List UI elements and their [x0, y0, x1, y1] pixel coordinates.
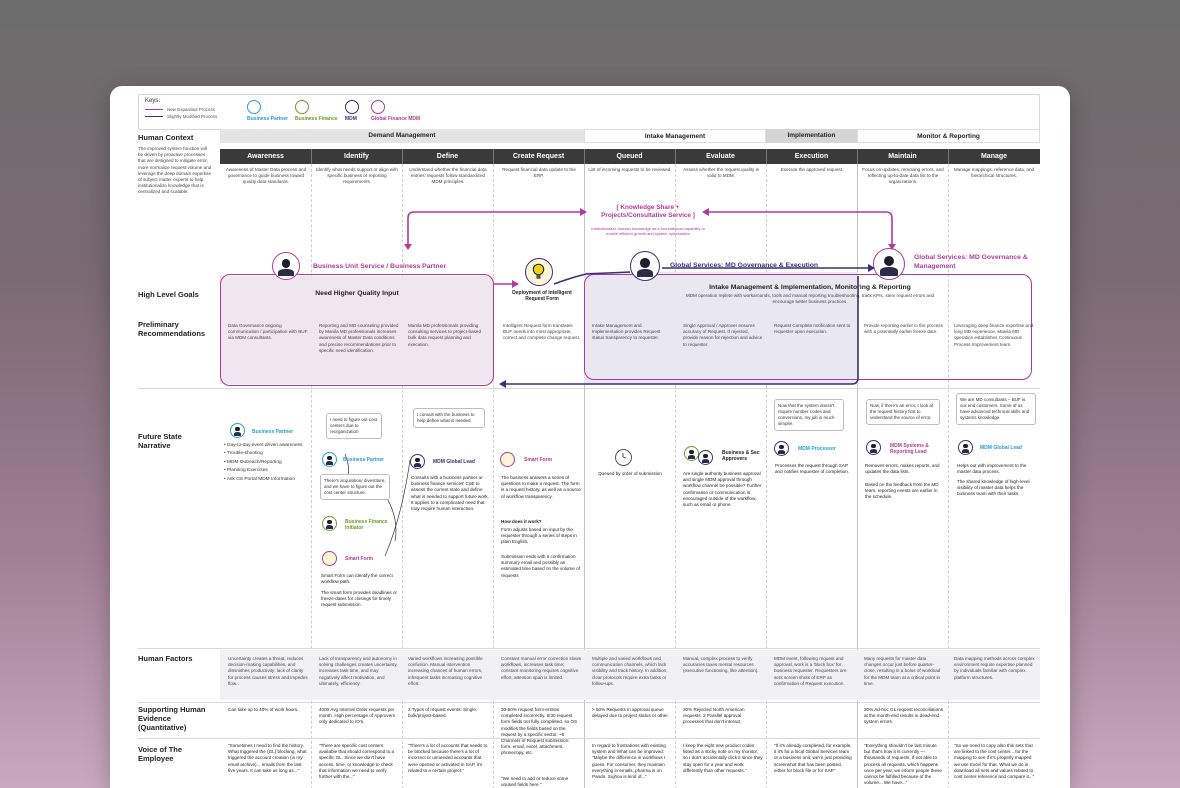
- clock-icon: [615, 449, 632, 466]
- row-separator: [138, 648, 1040, 649]
- narrative-gl2-label: MDM Global Lead: [980, 445, 1022, 451]
- speech-bubble: I need to figure out cost centers due to…: [326, 413, 382, 440]
- voice-1: "Sometimes I need to find the history. W…: [228, 743, 307, 773]
- bullet-item: • MDM Outreach/Reporting: [224, 459, 282, 465]
- narrative-rep-text: Removes errors, makes reports, and updat…: [865, 463, 940, 475]
- narrative-gl-label: MDM Global Lead: [433, 459, 475, 465]
- bullet-item: • Trouble-shooting: [224, 451, 263, 457]
- lightbulb-icon: [500, 452, 515, 467]
- voice-4: "We need to add or reduce some unused fi…: [501, 776, 569, 788]
- speech-bubble: I consult with the business to help defi…: [413, 408, 485, 429]
- narrative-gl-text: Consults with a business partner or busi…: [411, 475, 489, 511]
- narrative-bf-label: Business Finance Initiator: [345, 519, 388, 531]
- narrative-proc-text: Processes the request through SAP and no…: [775, 463, 850, 475]
- narrative-bullet-list: • Day-to-day event driven awareness • Tr…: [224, 442, 308, 484]
- human-factor-9: Data mapping methods across complex envi…: [954, 656, 1035, 680]
- evidence-8: 30% Ad-hoc GL request reconciliations at…: [864, 707, 943, 725]
- narrative-bp-label-2: Business Partner: [343, 457, 385, 463]
- mdm-reporting-avatar: [866, 440, 881, 455]
- human-factor-1: Uncertainty creates a threat, reduces de…: [228, 656, 308, 686]
- narrative-how-title: How does it work?: [501, 519, 542, 524]
- human-factor-6: Manual, complex process to verify accura…: [683, 656, 759, 674]
- voice-7: "If it's already completed, for example,…: [774, 743, 852, 773]
- bullet-item: • Ask GS Portal MDM Information: [224, 476, 295, 482]
- arrowhead: [702, 208, 709, 216]
- business-partner-avatar: [230, 423, 245, 438]
- clock-icon: [622, 453, 627, 459]
- narrative-rep-text-2: Based on the feedback from the MD team, …: [865, 482, 939, 500]
- arrowhead: [404, 244, 412, 250]
- narrative-gl2-text-2: The shared knowledge of high-level visib…: [957, 479, 1030, 497]
- mdm-processor-avatar: [774, 441, 789, 456]
- evidence-2: 4000 Avg Internal Order requests per mon…: [319, 707, 396, 725]
- row-separator: [138, 738, 1040, 739]
- voice-5: In regard to frustrations with existing …: [592, 743, 666, 779]
- human-factor-4: Constant manual error correction slows w…: [501, 656, 581, 680]
- arrowhead: [868, 264, 875, 272]
- row-separator: [138, 702, 1040, 703]
- arrow-knowledge-right: [706, 211, 893, 246]
- narrative-sf-text-2: The smart form provides deadlines or fre…: [321, 590, 398, 608]
- narrative-proc-label: MDM Processor: [798, 446, 836, 452]
- evidence-1: Can take up to 40% of work hours.: [228, 707, 299, 712]
- approver-avatar: [698, 450, 713, 465]
- evidence-3: 2 Types of request events: Single, bulk/…: [408, 707, 478, 719]
- narrative-sf2-label: Smart Form: [524, 457, 553, 463]
- narrative-sf-text: Smart Form can identify the correct work…: [321, 573, 393, 585]
- narrative-how-text-2: Submission ends with a confirmation summ…: [501, 554, 580, 578]
- narrative-approvers-text: Are single authority business approval a…: [683, 471, 762, 507]
- speech-bubble: Now, if there's an error, I look at the …: [866, 399, 940, 426]
- business-finance-avatar: [322, 516, 337, 531]
- arrowhead: [499, 380, 506, 388]
- narrative-sf-label: Smart Form: [345, 556, 374, 562]
- human-factor-8: Many requests for master data changes oc…: [864, 656, 941, 686]
- narrative-queued: Queued by order of submission: [598, 471, 662, 476]
- business-partner-avatar: [322, 452, 337, 467]
- arrowhead: [888, 244, 896, 250]
- evidence-4: 30-50% request form-entries completed in…: [501, 707, 578, 756]
- narrative-approvers-label: Business & Sec Approvers: [722, 450, 760, 462]
- mdm-lead-avatar: [410, 454, 425, 469]
- voice-3: "There's a lot of accounts that needs to…: [408, 743, 488, 773]
- bullet-item: • Day-to-day event driven awareness: [224, 443, 303, 448]
- row-separator: [138, 388, 1040, 389]
- evidence-5: > 50% Requests in approval queue delayed…: [592, 707, 669, 719]
- narrative-rep-label: MDM Systems & Reporting Lead: [890, 443, 929, 455]
- human-factor-5: Multiple and varied workflows and commun…: [592, 656, 668, 686]
- narrative-how-text: Form adjusts based on input by the reque…: [501, 527, 577, 545]
- bullet-item: • Planning Exercises: [224, 468, 268, 474]
- arrowhead: [512, 280, 519, 288]
- evidence-6: 30% Rejected North American requests. 2 …: [683, 707, 745, 725]
- arrow-form-to-intake: [553, 271, 631, 285]
- voice-6: I keep the eight new product codes liste…: [683, 743, 763, 773]
- voice-2: "There are specific cost centers availab…: [319, 743, 395, 779]
- narrative-bp-label: Business Partner: [252, 429, 294, 435]
- arrow-knowledge-left: [407, 211, 582, 246]
- voice-9: "So we need to copy also this sets that …: [954, 743, 1035, 779]
- arrow-loop-back: [504, 276, 859, 385]
- narrative-sf2-text: The business answers a series of questio…: [501, 475, 581, 499]
- approver-avatar: [684, 446, 699, 461]
- lightbulb-icon: [322, 551, 337, 566]
- speech-bubble: Now that the system doesn't require numb…: [774, 399, 844, 432]
- mdm-lead-avatar: [958, 440, 973, 455]
- journey-map-card: Keys: New Expanded Process Slightly Modi…: [110, 86, 1070, 788]
- arrowhead: [580, 208, 587, 216]
- voice-8: "Everything shouldn't be last minute but…: [864, 743, 942, 786]
- speech-bubble: We are MD consultants – BUF is our end c…: [956, 393, 1036, 426]
- speech-bubble: There's acquisition/ divestiture, and we…: [320, 474, 390, 501]
- human-factor-3: Varied workflows increasing possible con…: [408, 656, 483, 686]
- human-factor-2: Lack of transparency and autonomy in sol…: [319, 656, 398, 686]
- human-factor-7: MDM event, following request and approva…: [774, 656, 847, 686]
- narrative-gl2-text: Helps out with improvement to the master…: [957, 463, 1027, 475]
